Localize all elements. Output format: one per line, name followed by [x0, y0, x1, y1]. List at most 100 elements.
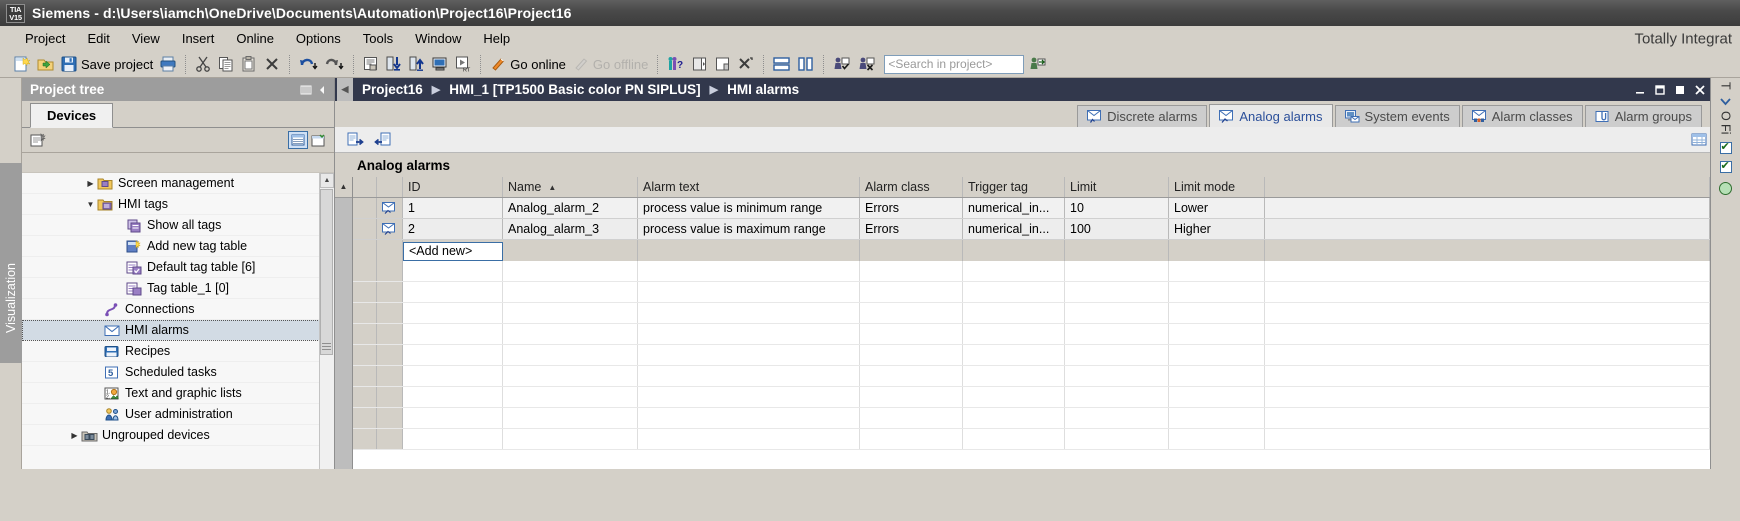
export-button[interactable]	[345, 130, 366, 149]
search-next-button[interactable]	[830, 53, 854, 75]
empty-row[interactable]	[353, 303, 1710, 324]
open-project-button[interactable]	[34, 53, 57, 75]
tab-discrete-alarms[interactable]: Discrete alarms	[1077, 105, 1208, 127]
menu-item-tools[interactable]: Tools	[352, 28, 404, 49]
cell-alarm-class[interactable]: Errors	[860, 198, 963, 218]
search-cancel-button[interactable]	[855, 53, 879, 75]
download-to-device-button[interactable]	[383, 53, 405, 75]
table-row[interactable]: 2 Analog_alarm_3 process value is maximu…	[353, 219, 1710, 240]
checkbox-checked-icon[interactable]	[1719, 159, 1732, 173]
empty-row[interactable]	[353, 429, 1710, 450]
breadcrumb-item-editor[interactable]: HMI alarms	[724, 82, 802, 97]
cell-alarm-class[interactable]: Errors	[860, 219, 963, 239]
empty-row[interactable]	[353, 408, 1710, 429]
tree-item-hmi-tags[interactable]: ▼ HMI tags	[22, 194, 334, 215]
redo-button[interactable]	[322, 53, 347, 75]
cell-trigger-tag[interactable]: numerical_in...	[963, 219, 1065, 239]
menu-item-insert[interactable]: Insert	[171, 28, 226, 49]
search-go-button[interactable]	[1025, 53, 1049, 75]
undo-button[interactable]	[296, 53, 321, 75]
tab-devices[interactable]: Devices	[30, 103, 114, 128]
import-button[interactable]	[372, 130, 393, 149]
empty-row[interactable]	[353, 345, 1710, 366]
cell-alarm-text[interactable]: process value is maximum range	[638, 219, 860, 239]
status-ok-icon[interactable]	[1719, 181, 1732, 195]
detail-view-button[interactable]	[288, 131, 308, 149]
split-editor-horizontal-button[interactable]	[770, 53, 793, 75]
tree-item-default-tag-table[interactable]: Default tag table [6]	[22, 257, 334, 278]
scroll-up-icon[interactable]: ▲	[335, 177, 352, 198]
tab-alarm-classes[interactable]: Alarm classes	[1461, 105, 1583, 127]
menu-item-window[interactable]: Window	[404, 28, 472, 49]
maximize-icon[interactable]	[1670, 78, 1690, 101]
paste-button[interactable]	[238, 53, 260, 75]
tab-system-events[interactable]: System events	[1334, 105, 1460, 127]
save-project-button[interactable]: Save project	[58, 53, 156, 75]
pin-icon[interactable]	[299, 83, 313, 97]
tree-item-tag-table-1[interactable]: Tag table_1 [0]	[22, 278, 334, 299]
compare-view-button[interactable]	[308, 131, 328, 149]
breadcrumb-item-device[interactable]: HMI_1 [TP1500 Basic color PN SIPLUS]	[446, 82, 703, 97]
collapse-editor-icon[interactable]: ◀	[337, 78, 353, 101]
cell-limit[interactable]: 10	[1065, 198, 1169, 218]
copy-button[interactable]	[215, 53, 237, 75]
tab-alarm-groups[interactable]: Alarm groups	[1584, 105, 1702, 127]
tree-item-recipes[interactable]: Recipes	[22, 341, 334, 362]
checkbox-checked-icon[interactable]	[1719, 140, 1732, 154]
breadcrumb-item-project[interactable]: Project16	[359, 82, 426, 97]
collapse-pane-icon[interactable]	[316, 83, 330, 97]
new-project-button[interactable]	[10, 53, 33, 75]
menu-item-help[interactable]: Help	[472, 28, 521, 49]
menu-item-options[interactable]: Options	[285, 28, 352, 49]
add-new-cell-wrapper[interactable]: <Add new>	[403, 240, 503, 261]
column-header-limit[interactable]: Limit	[1065, 177, 1169, 197]
expander-collapsed-icon[interactable]: ▶	[84, 179, 97, 188]
table-row[interactable]: 1 Analog_alarm_2 process value is minimu…	[353, 198, 1710, 219]
empty-row[interactable]	[353, 387, 1710, 408]
cell-name[interactable]: Analog_alarm_3	[503, 219, 638, 239]
menu-item-project[interactable]: Project	[14, 28, 76, 49]
close-icon[interactable]	[1690, 78, 1710, 101]
empty-row[interactable]	[353, 324, 1710, 345]
column-header-name[interactable]: Name ▲	[503, 177, 638, 197]
table-settings-button[interactable]	[1689, 130, 1710, 149]
add-new-input[interactable]: <Add new>	[403, 241, 503, 261]
go-online-button[interactable]: Go online	[487, 53, 569, 75]
tree-item-text-and-graphic-lists[interactable]: 1. 2. Text and graphic lists	[22, 383, 334, 404]
column-header-id[interactable]: ID	[403, 177, 503, 197]
restore-icon[interactable]	[1650, 78, 1670, 101]
tree-scroll-thumb[interactable]	[320, 189, 333, 355]
menu-item-online[interactable]: Online	[225, 28, 285, 49]
tree-item-screen-management[interactable]: ▶ Screen management	[22, 173, 334, 194]
tree-options-button[interactable]	[28, 131, 48, 149]
upload-from-device-button[interactable]	[406, 53, 428, 75]
expander-expanded-icon[interactable]: ▼	[84, 200, 97, 209]
cell-limit[interactable]: 100	[1065, 219, 1169, 239]
cell-name[interactable]: Analog_alarm_2	[503, 198, 638, 218]
show-hide-left-pane-button[interactable]	[689, 53, 711, 75]
tree-item-add-new-tag-table[interactable]: Add new tag table	[22, 236, 334, 257]
tab-analog-alarms[interactable]: Analog alarms	[1209, 104, 1333, 127]
close-all-editors-button[interactable]	[735, 53, 757, 75]
column-header-alarm-class[interactable]: Alarm class	[860, 177, 963, 197]
search-input[interactable]: <Search in project>	[884, 54, 1025, 74]
menu-item-edit[interactable]: Edit	[76, 28, 120, 49]
table-add-new-row[interactable]: <Add new>	[353, 240, 1710, 261]
tree-item-hmi-alarms[interactable]: HMI alarms	[22, 320, 334, 341]
cell-alarm-text[interactable]: process value is minimum range	[638, 198, 860, 218]
tree-scroll-up-button[interactable]: ▲	[320, 173, 334, 188]
empty-row[interactable]	[353, 261, 1710, 282]
online-help-button[interactable]: ?	[664, 53, 688, 75]
tree-item-connections[interactable]: Connections	[22, 299, 334, 320]
column-header-alarm-text[interactable]: Alarm text	[638, 177, 860, 197]
start-simulation-button[interactable]	[429, 53, 451, 75]
tree-item-ungrouped-devices[interactable]: ▶ Ungrouped devices	[22, 425, 334, 446]
go-offline-button[interactable]: Go offline	[570, 53, 651, 75]
minimize-icon[interactable]	[1630, 78, 1650, 101]
print-button[interactable]	[157, 53, 179, 75]
empty-row[interactable]	[353, 366, 1710, 387]
cell-id[interactable]: 2	[403, 219, 503, 239]
cell-id[interactable]: 1	[403, 198, 503, 218]
split-editor-vertical-button[interactable]	[794, 53, 817, 75]
expander-collapsed-icon[interactable]: ▶	[68, 431, 81, 440]
